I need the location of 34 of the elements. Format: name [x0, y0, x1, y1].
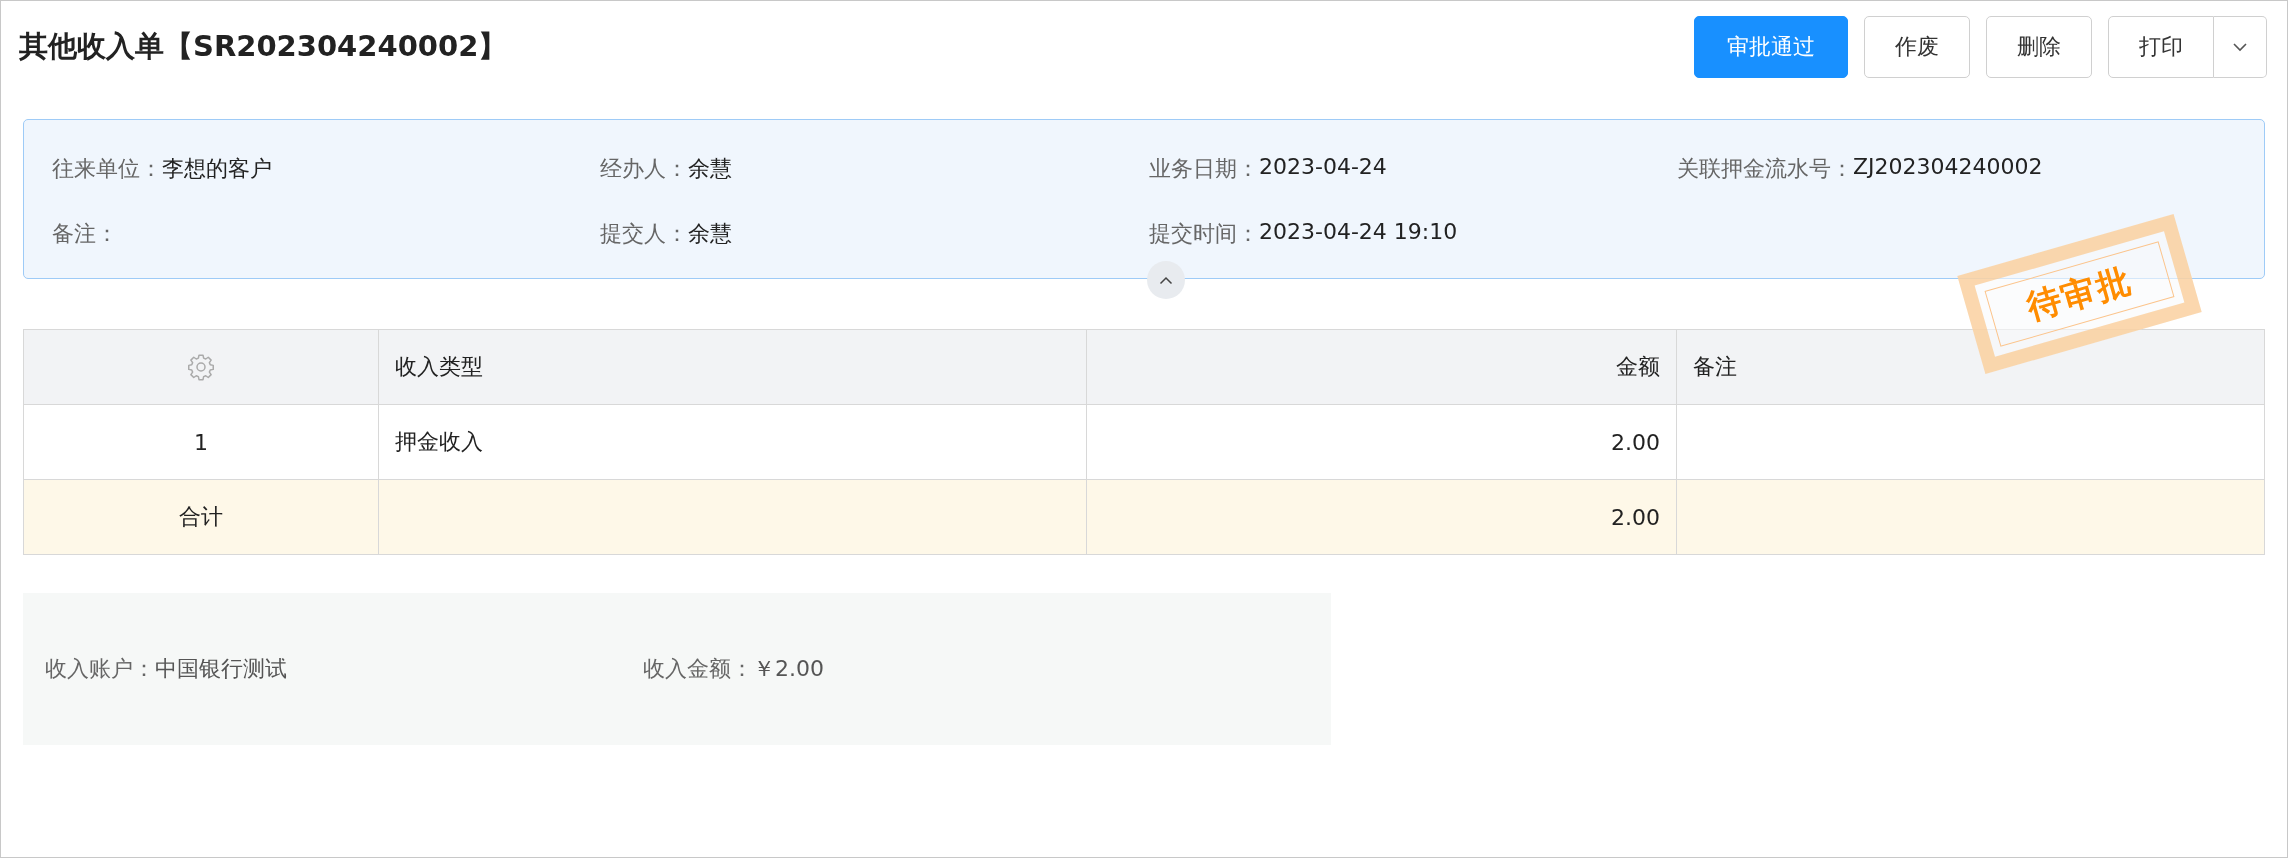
field-value: 2023-04-24 — [1259, 154, 1387, 179]
page-title: 其他收入单【SR202304240002】 — [19, 28, 508, 65]
field-value: 中国银行测试 — [155, 656, 287, 681]
field-value: 2023-04-24 19:10 — [1259, 219, 1458, 244]
dropdown-button[interactable] — [2214, 16, 2267, 78]
chevron-up-icon — [1159, 275, 1173, 285]
action-button[interactable]: 作废 — [1864, 16, 1970, 78]
total-label: 合计 — [179, 503, 223, 531]
field-label: 关联押金流水号： — [1677, 155, 1853, 183]
total-cell: 2.00 — [1611, 504, 1660, 530]
table-cell: 1 — [194, 429, 208, 455]
field-label: 经办人： — [600, 155, 688, 183]
field-label: 收入金额： — [643, 656, 753, 681]
table-cell-text: 押金收入 — [395, 428, 483, 456]
settings-icon[interactable] — [186, 352, 216, 382]
field-label: 往来单位： — [52, 155, 162, 183]
column-header: 收入类型 — [395, 353, 483, 381]
chevron-down-icon — [2232, 42, 2248, 52]
print-button[interactable]: 打印 — [2108, 16, 2214, 78]
table-cell: 2.00 — [1611, 429, 1660, 455]
column-header: 金额 — [1616, 353, 1660, 381]
field-label: 收入账户： — [45, 656, 155, 681]
action-button[interactable]: 删除 — [1986, 16, 2092, 78]
column-header: 备注 — [1693, 353, 1737, 381]
field-value: 余慧 — [688, 220, 732, 248]
field-value: 李想的客户 — [162, 155, 272, 183]
field-value: 余慧 — [688, 155, 732, 183]
field-label: 提交人： — [600, 220, 688, 248]
field-label: 备注： — [52, 220, 118, 248]
collapse-button[interactable] — [1147, 261, 1185, 299]
field-label: 提交时间： — [1149, 220, 1259, 248]
field-value: ZJ202304240002 — [1853, 154, 2043, 179]
field-label: 业务日期： — [1149, 155, 1259, 183]
field-value: ￥2.00 — [753, 656, 824, 681]
